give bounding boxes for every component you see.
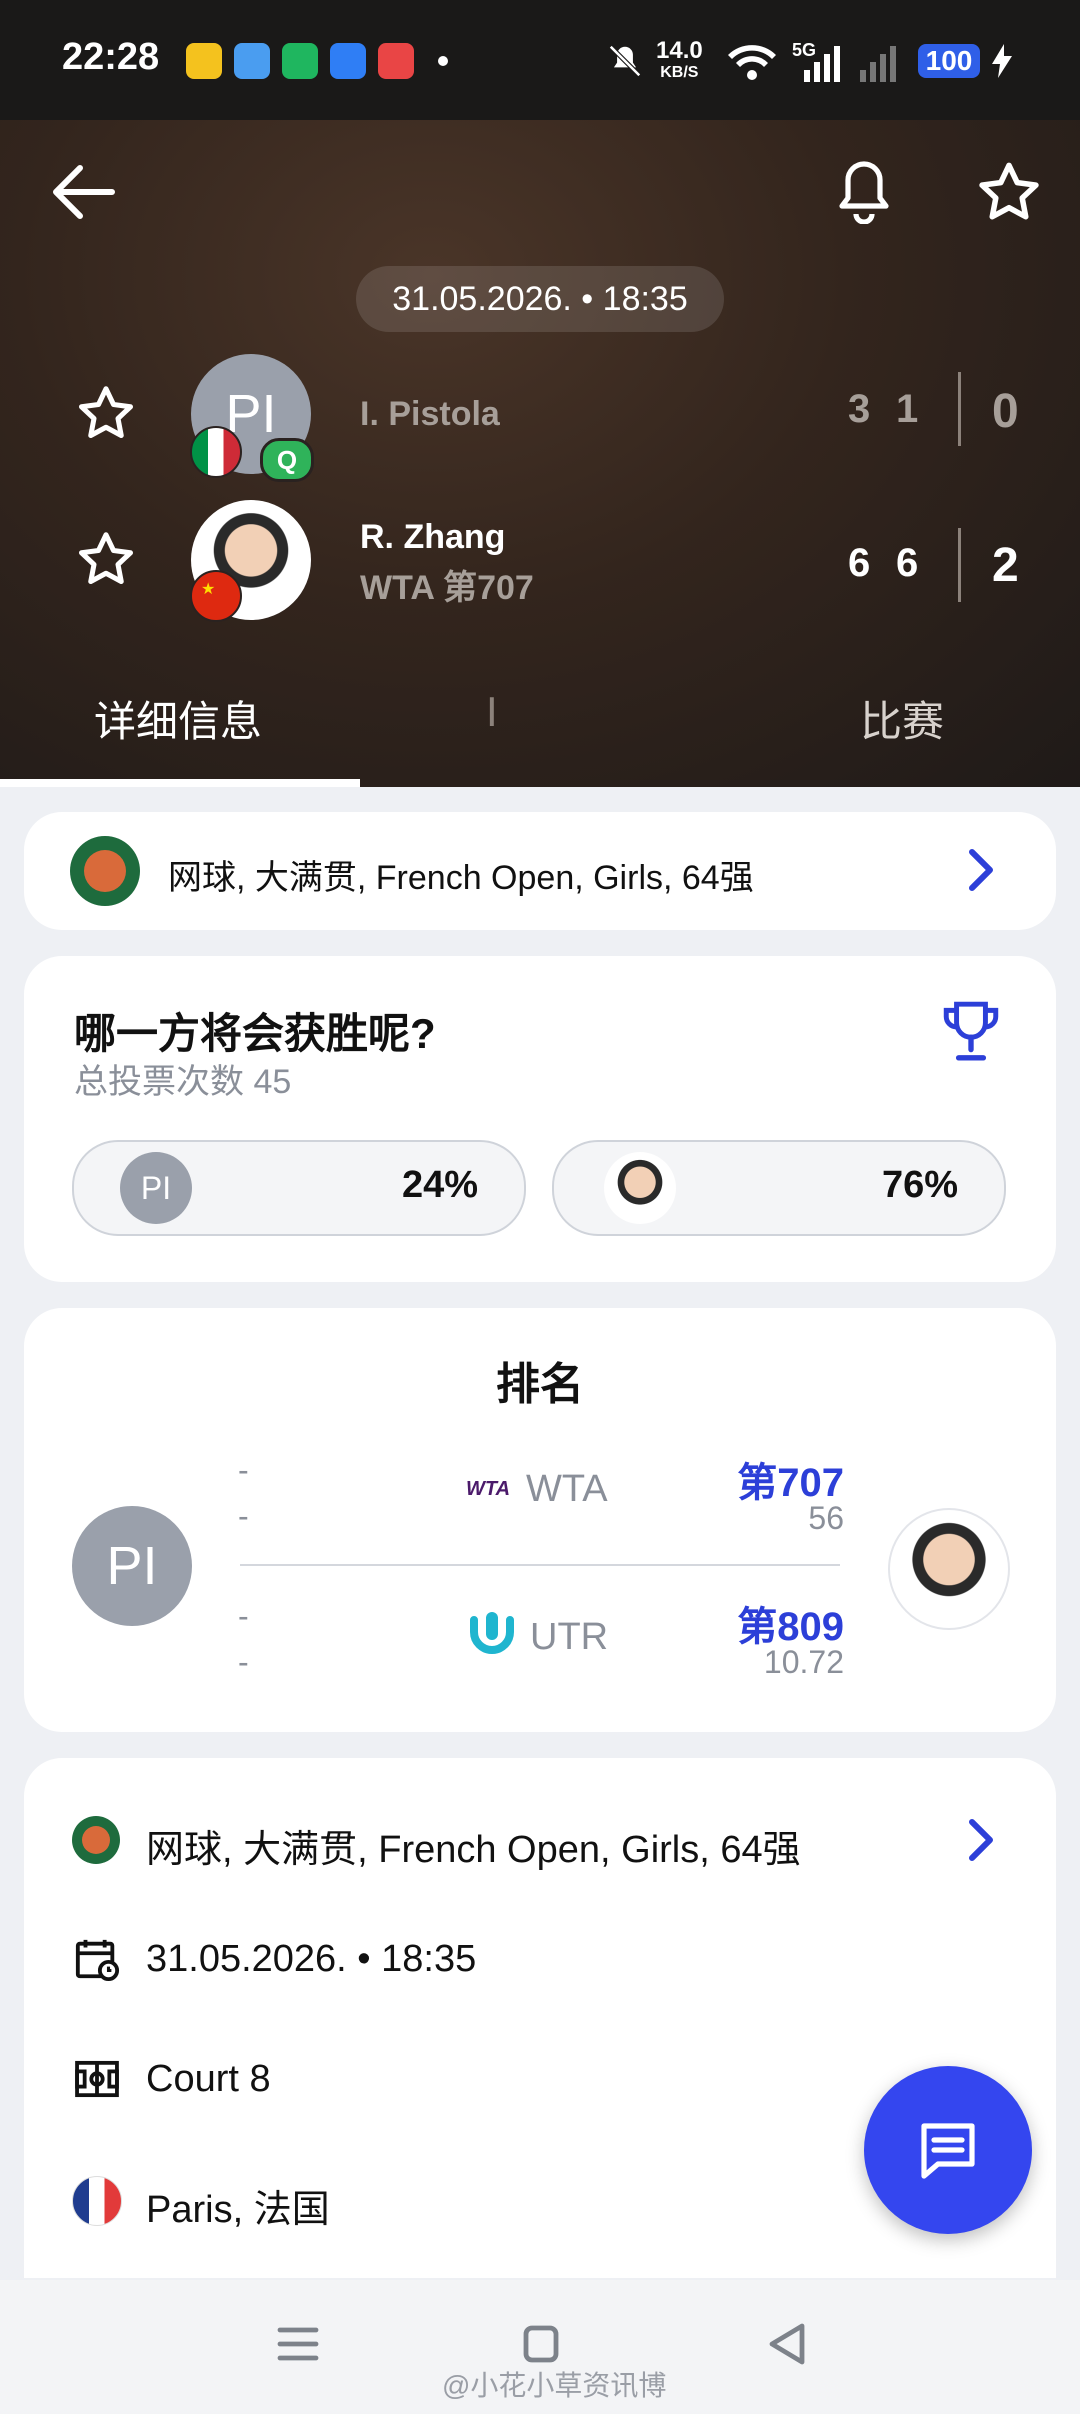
- utr-p1-points: -: [238, 1644, 249, 1680]
- vote-player1-button[interactable]: PI 24%: [72, 1140, 526, 1236]
- vote-player1-percentage: 24%: [401, 1164, 478, 1206]
- wta-p1-points: -: [238, 1498, 249, 1534]
- china-flag-icon: ★: [190, 570, 242, 622]
- utr-p1-rank: -: [238, 1598, 249, 1634]
- ranking-title: 排名: [496, 1360, 584, 1409]
- details-datetime-row: 31.05.2026. • 18:35: [24, 1930, 1056, 1990]
- vote-player2-avatar: [604, 1152, 676, 1224]
- wta-p1-rank: -: [238, 1452, 249, 1488]
- match-header: 22:28 14.0 KB/S 5G 100 31.05.2026. • 18:…: [0, 0, 1080, 787]
- qualifier-badge: Q: [260, 438, 314, 482]
- vote-player2-button[interactable]: 76%: [552, 1140, 1006, 1236]
- details-court: Court 8: [146, 2058, 271, 2100]
- wta-label: WTA: [526, 1468, 608, 1510]
- wta-p2-points: 56: [808, 1500, 844, 1536]
- tournament-label: 网球, 大满贯, French Open, Girls, 64强: [168, 859, 754, 897]
- roland-garros-logo: [70, 836, 140, 906]
- favorite-match-star-icon[interactable]: [976, 160, 1042, 224]
- score-divider: [958, 528, 961, 602]
- ranking-divider: [240, 1564, 840, 1566]
- details-datetime: 31.05.2026. • 18:35: [146, 1938, 477, 1980]
- match-date-chip: 31.05.2026. • 18:35: [356, 266, 724, 332]
- status-time: 22:28: [62, 36, 160, 78]
- tab-bar: 详细信息 I 比赛: [0, 660, 1080, 787]
- utr-label: UTR: [530, 1616, 609, 1658]
- ranking-player1-avatar[interactable]: PI: [72, 1506, 192, 1626]
- active-tab-indicator: [0, 779, 360, 787]
- player2-sets-won: 2: [992, 539, 1019, 592]
- vote-player2-percentage: 76%: [881, 1164, 958, 1206]
- score-divider: [958, 372, 961, 446]
- roland-garros-logo: [72, 1816, 120, 1864]
- details-tournament-row[interactable]: 网球, 大满贯, French Open, Girls, 64强: [24, 1810, 1056, 1871]
- player2-set1-score: 6: [848, 541, 871, 585]
- home-icon[interactable]: [522, 2324, 560, 2364]
- back-nav-icon[interactable]: [766, 2322, 808, 2366]
- player1-sets-won: 0: [992, 385, 1019, 438]
- oppo-app-icon: [282, 43, 318, 79]
- signal-2-icon: [860, 46, 896, 82]
- network-speed: 14.0 KB/S: [656, 37, 703, 82]
- menu-icon[interactable]: [276, 2324, 320, 2364]
- chat-icon: [921, 2123, 975, 2179]
- player2-favorite-star-icon[interactable]: [76, 530, 136, 588]
- back-arrow-icon[interactable]: [50, 162, 118, 222]
- player1-set1-score: 3: [848, 387, 871, 431]
- system-nav-bar: @小花小草资讯博: [0, 2280, 1080, 2414]
- player1-favorite-star-icon[interactable]: [76, 384, 136, 442]
- utr-logo-icon: [470, 1612, 514, 1654]
- court-icon: [75, 2060, 119, 2098]
- game-app-icon: [378, 43, 414, 79]
- player1-set2-score: 1: [896, 387, 919, 431]
- france-flag-icon: [72, 2176, 122, 2226]
- italy-flag-icon: [190, 426, 242, 478]
- player2-ranking: WTA 第707: [360, 569, 534, 607]
- ranking-card: 排名 PI - - WTA WTA 第707 56 - - UTR 第809 1…: [24, 1308, 1056, 1732]
- status-bar: 22:28 14.0 KB/S 5G 100: [0, 0, 1080, 120]
- tournament-card[interactable]: 网球, 大满贯, French Open, Girls, 64强: [24, 812, 1056, 930]
- details-tournament-label: 网球, 大满贯, French Open, Girls, 64强: [146, 1829, 801, 1871]
- watermark: @小花小草资讯博: [442, 2370, 667, 2401]
- vote-title: 哪一方将会获胜呢?: [74, 1010, 436, 1057]
- details-location: Paris, 法国: [146, 2189, 330, 2231]
- player2-name[interactable]: R. Zhang: [360, 518, 505, 557]
- trophy-icon: [943, 1001, 999, 1061]
- chat-fab-button[interactable]: [864, 2066, 1032, 2234]
- signal-icon: [804, 46, 840, 82]
- tab-details[interactable]: 详细信息: [94, 688, 262, 749]
- bell-icon[interactable]: [838, 158, 890, 224]
- more-notifications-icon: [438, 56, 448, 66]
- browser-app-icon: [330, 43, 366, 79]
- weather-app-icon: [234, 43, 270, 79]
- tab-second[interactable]: I: [486, 688, 498, 736]
- battery-indicator: 100: [918, 44, 980, 78]
- vote-subtitle: 总投票次数 45: [74, 1063, 292, 1101]
- weibo-app-icon: [186, 43, 222, 79]
- wta-logo: WTA: [466, 1478, 511, 1500]
- utr-p2-points: 10.72: [763, 1644, 844, 1680]
- chevron-right-icon: [969, 849, 993, 891]
- player1-name[interactable]: I. Pistola: [360, 395, 500, 434]
- player2-set2-score: 6: [896, 541, 919, 585]
- vote-player1-avatar: PI: [120, 1152, 192, 1224]
- ranking-player2-avatar[interactable]: [888, 1508, 1010, 1630]
- tab-matches[interactable]: 比赛: [860, 688, 944, 749]
- chevron-right-icon: [969, 1819, 993, 1861]
- wifi-icon: [728, 45, 776, 80]
- charging-icon: [992, 44, 1012, 78]
- mute-icon: [609, 45, 641, 77]
- calendar-clock-icon: [75, 1939, 120, 1982]
